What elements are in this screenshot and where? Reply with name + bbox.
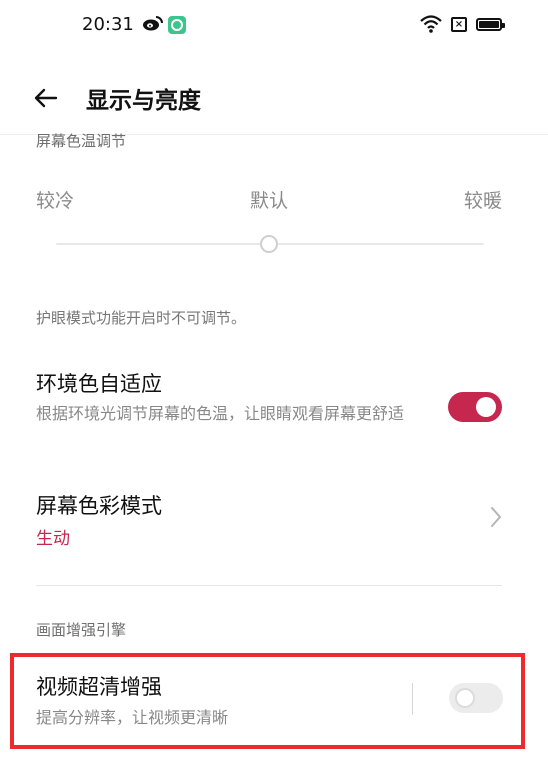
chevron-right-icon[interactable]	[488, 505, 504, 529]
ambient-adaptive-subtitle: 根据环境光调节屏幕的色温，让眼睛观看屏幕更舒适	[36, 404, 405, 423]
section-divider	[36, 585, 502, 586]
arrow-left-icon	[34, 88, 58, 108]
ambient-adaptive-title: 环境色自适应	[36, 372, 162, 396]
option-cool[interactable]: 较冷	[36, 186, 74, 213]
screen-color-mode-title[interactable]: 屏幕色彩模式	[36, 490, 162, 520]
status-time: 20:31	[82, 14, 134, 35]
page-title: 显示与亮度	[86, 88, 201, 114]
option-default[interactable]: 默认	[250, 186, 288, 213]
battery-icon	[476, 18, 505, 31]
color-temperature-options: 较冷 默认 较暖	[36, 186, 502, 213]
ambient-adaptive-toggle[interactable]	[448, 392, 502, 422]
weibo-icon	[142, 14, 164, 37]
sim-off-icon: ×	[451, 17, 467, 32]
color-temperature-slider-thumb[interactable]	[260, 235, 278, 253]
highlight-box	[10, 653, 525, 749]
option-warm[interactable]: 较暖	[464, 186, 502, 213]
wifi-icon	[420, 15, 442, 37]
screen-color-mode-value: 生动	[36, 529, 70, 549]
color-temperature-label: 屏幕色温调节	[36, 132, 127, 150]
back-button[interactable]	[32, 84, 60, 112]
app-notification-icon	[168, 16, 186, 34]
picture-enhance-label: 画面增强引擎	[36, 621, 127, 639]
eye-protection-note: 护眼模式功能开启时不可调节。	[36, 309, 247, 327]
